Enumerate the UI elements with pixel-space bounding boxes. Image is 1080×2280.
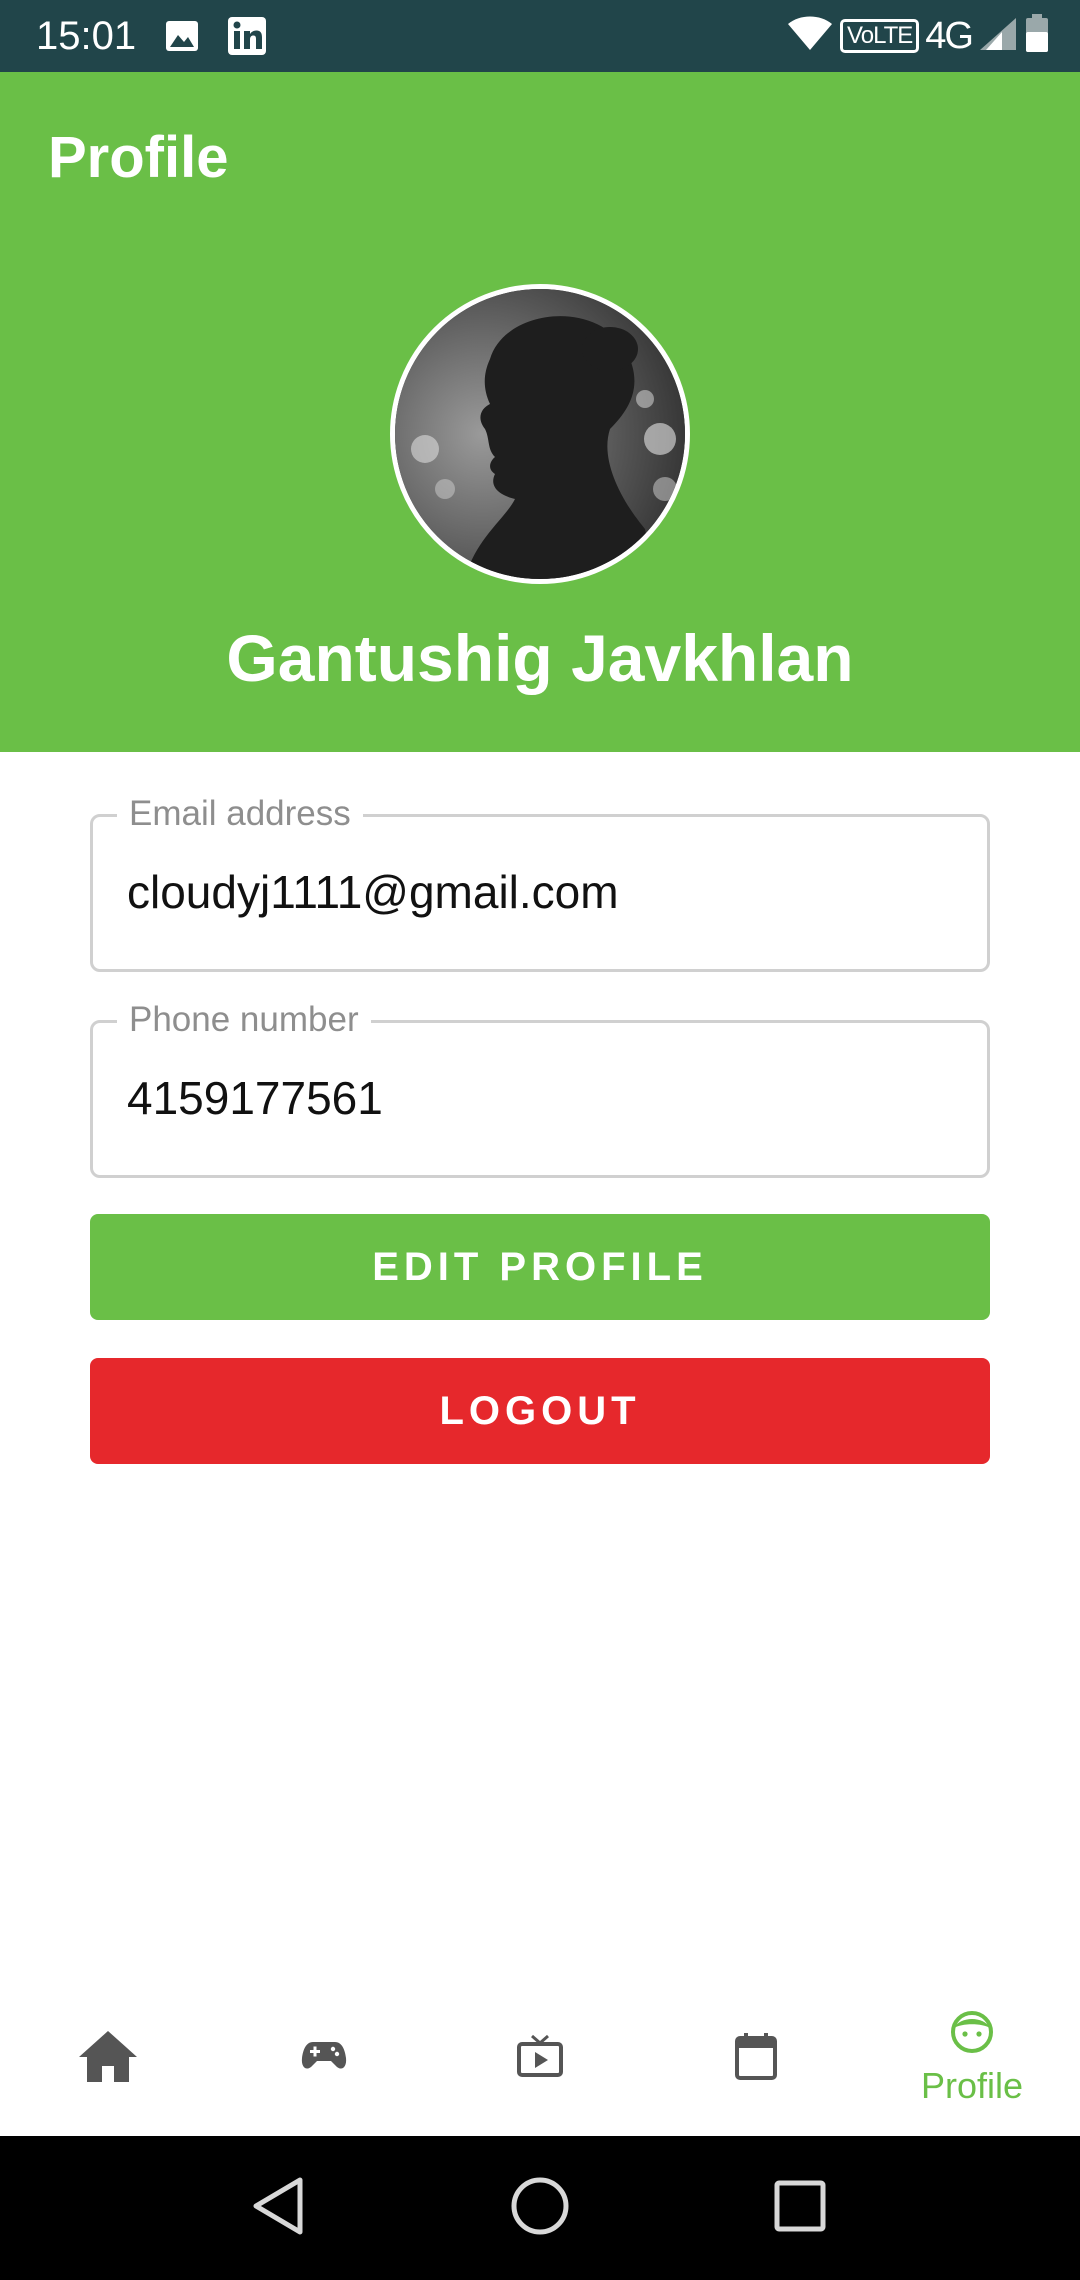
profile-header: Profile Gantushig Javkhlan <box>0 72 1080 752</box>
nav-item-games[interactable] <box>216 1980 432 2136</box>
network-type: 4G <box>925 15 974 57</box>
nav-item-profile[interactable]: Profile <box>864 1980 1080 2136</box>
home-icon <box>77 2028 139 2089</box>
battery-icon <box>1024 13 1050 59</box>
home-system-button[interactable] <box>504 2172 576 2244</box>
nav-label-profile: Profile <box>920 2064 1024 2106</box>
back-button[interactable] <box>242 2172 314 2244</box>
image-icon <box>164 14 200 58</box>
calendar-icon <box>734 2032 778 2085</box>
phone-label: Phone number <box>117 997 371 1043</box>
page-title: Profile <box>48 125 229 190</box>
bottom-nav: Profile <box>0 1980 1080 2136</box>
signal-icon <box>978 16 1018 57</box>
home-circle-icon <box>510 2176 570 2241</box>
user-name: Gantushig Javkhlan <box>226 621 854 695</box>
email-field[interactable]: Email address <box>90 791 990 972</box>
nav-item-calendar[interactable] <box>648 1980 864 2136</box>
face-icon <box>950 2010 994 2059</box>
nav-item-home[interactable] <box>0 1980 216 2136</box>
gamepad-icon <box>301 2040 347 2077</box>
wifi-icon <box>786 16 834 57</box>
back-triangle-icon <box>250 2176 306 2241</box>
linkedin-icon <box>226 14 268 58</box>
volte-badge: VoLTE <box>840 19 920 53</box>
status-time: 15:01 <box>36 14 137 58</box>
system-nav-bar <box>0 2136 1080 2280</box>
logout-button[interactable]: LOGOUT <box>90 1358 990 1464</box>
tv-play-icon <box>516 2034 564 2083</box>
recents-button[interactable] <box>764 2172 836 2244</box>
edit-profile-button[interactable]: EDIT PROFILE <box>90 1214 990 1320</box>
avatar <box>390 284 690 584</box>
phone-input[interactable] <box>127 1063 957 1133</box>
email-label: Email address <box>117 791 363 837</box>
status-indicators: VoLTE 4G <box>786 10 1050 62</box>
phone-field[interactable]: Phone number <box>90 997 990 1178</box>
status-bar: 15:01 VoLTE 4G <box>0 0 1080 72</box>
nav-item-tv[interactable] <box>432 1980 648 2136</box>
email-input[interactable] <box>127 857 957 927</box>
recents-square-icon <box>774 2180 826 2237</box>
